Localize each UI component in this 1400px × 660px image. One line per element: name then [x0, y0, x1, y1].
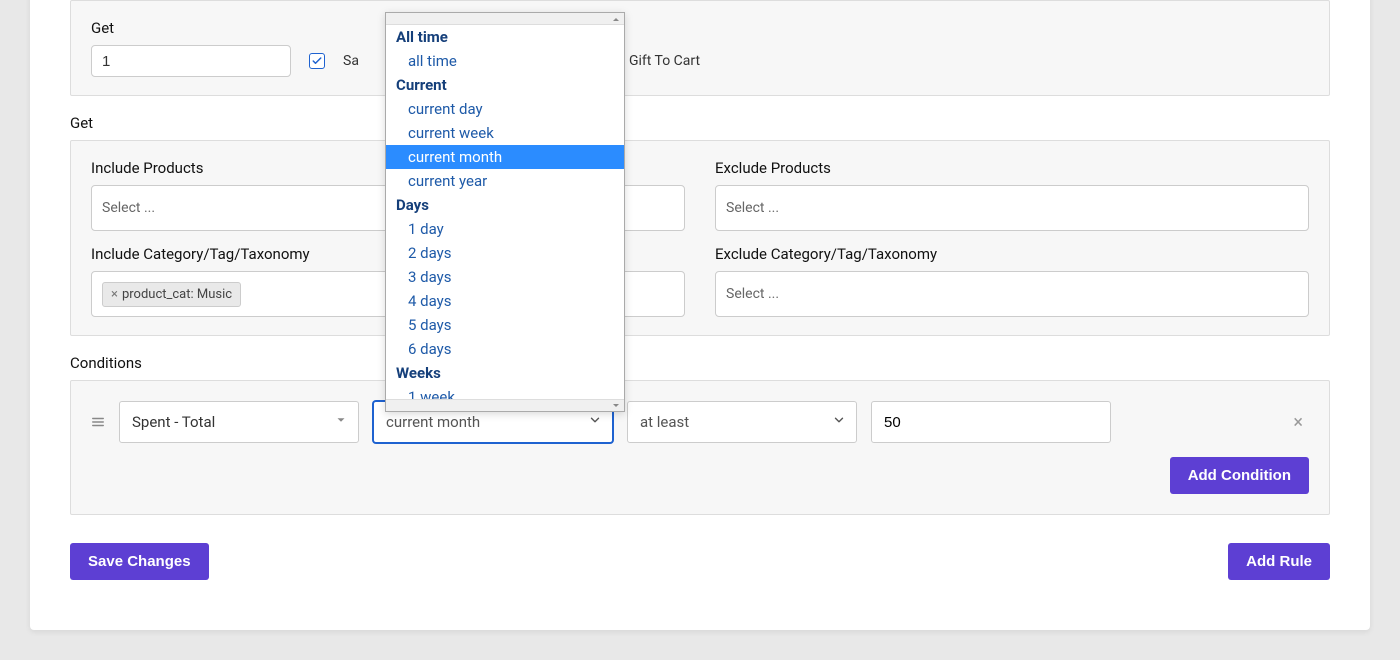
sa-label: Sa	[343, 53, 359, 69]
condition-metric-value: Spent - Total	[132, 413, 215, 431]
dropdown-scroll[interactable]: All timeall timeCurrentcurrent daycurren…	[386, 25, 624, 399]
drag-handle-icon[interactable]	[91, 415, 105, 429]
dropdown-group: Weeks	[386, 361, 624, 385]
include-tax-tag-text: product_cat: Music	[122, 287, 232, 302]
dropdown-option[interactable]: 4 days	[386, 289, 624, 313]
condition-period-value: current month	[386, 413, 480, 431]
get-box: Include Products Select ... Exclude Prod…	[70, 140, 1330, 336]
conditions-box: Spent - Total current month at least	[70, 380, 1330, 515]
dropdown-group: Current	[386, 73, 624, 97]
sa-checkbox[interactable]	[309, 53, 325, 69]
dropdown-option[interactable]: current year	[386, 169, 624, 193]
conditions-label: Conditions	[70, 354, 1330, 372]
remove-condition-icon[interactable]: ×	[1287, 412, 1309, 433]
include-tax-tag[interactable]: × product_cat: Music	[102, 282, 241, 307]
rule-card: Get Sa uto Add Gift To Cart Get Include …	[30, 0, 1370, 630]
dropdown-option[interactable]: current week	[386, 121, 624, 145]
get-qty-input[interactable]	[91, 45, 291, 77]
dropdown-scroll-down[interactable]	[386, 399, 624, 411]
save-button[interactable]: Save Changes	[70, 543, 209, 580]
get-label-top: Get	[91, 19, 1309, 37]
add-rule-button[interactable]: Add Rule	[1228, 543, 1330, 580]
condition-metric-select[interactable]: Spent - Total	[119, 401, 359, 443]
period-dropdown[interactable]: All timeall timeCurrentcurrent daycurren…	[385, 12, 625, 412]
check-icon	[311, 55, 323, 67]
get-section-label: Get	[70, 114, 1330, 132]
exclude-tax-select[interactable]: Select ...	[715, 271, 1309, 317]
dropdown-option[interactable]: 1 day	[386, 217, 624, 241]
dropdown-scroll-up[interactable]	[386, 13, 624, 25]
include-products-placeholder: Select ...	[102, 200, 155, 216]
dropdown-option[interactable]: current month	[386, 145, 624, 169]
exclude-products-placeholder: Select ...	[726, 200, 779, 216]
dropdown-option[interactable]: 1 week	[386, 385, 624, 399]
dropdown-option[interactable]: 5 days	[386, 313, 624, 337]
condition-operator-select[interactable]: at least	[627, 401, 857, 443]
condition-value-input[interactable]	[871, 401, 1111, 443]
footer-actions: Save Changes Add Rule	[70, 543, 1330, 580]
exclude-products-label: Exclude Products	[715, 159, 1309, 177]
chevron-down-icon	[832, 413, 846, 431]
dropdown-option[interactable]: 3 days	[386, 265, 624, 289]
dropdown-option[interactable]: 6 days	[386, 337, 624, 361]
exclude-tax-label: Exclude Category/Tag/Taxonomy	[715, 245, 1309, 263]
dropdown-option[interactable]: 2 days	[386, 241, 624, 265]
dropdown-option[interactable]: all time	[386, 49, 624, 73]
condition-operator-value: at least	[640, 413, 689, 431]
exclude-products-select[interactable]: Select ...	[715, 185, 1309, 231]
dropdown-group: All time	[386, 25, 624, 49]
remove-tag-icon[interactable]: ×	[111, 287, 118, 302]
add-condition-button[interactable]: Add Condition	[1170, 457, 1309, 494]
chevron-down-icon	[588, 413, 602, 431]
caret-down-icon	[334, 413, 348, 431]
dropdown-group: Days	[386, 193, 624, 217]
exclude-tax-placeholder: Select ...	[726, 286, 779, 302]
get-qty-box: Get Sa uto Add Gift To Cart	[70, 0, 1330, 96]
dropdown-option[interactable]: current day	[386, 97, 624, 121]
condition-row: Spent - Total current month at least	[91, 401, 1309, 443]
